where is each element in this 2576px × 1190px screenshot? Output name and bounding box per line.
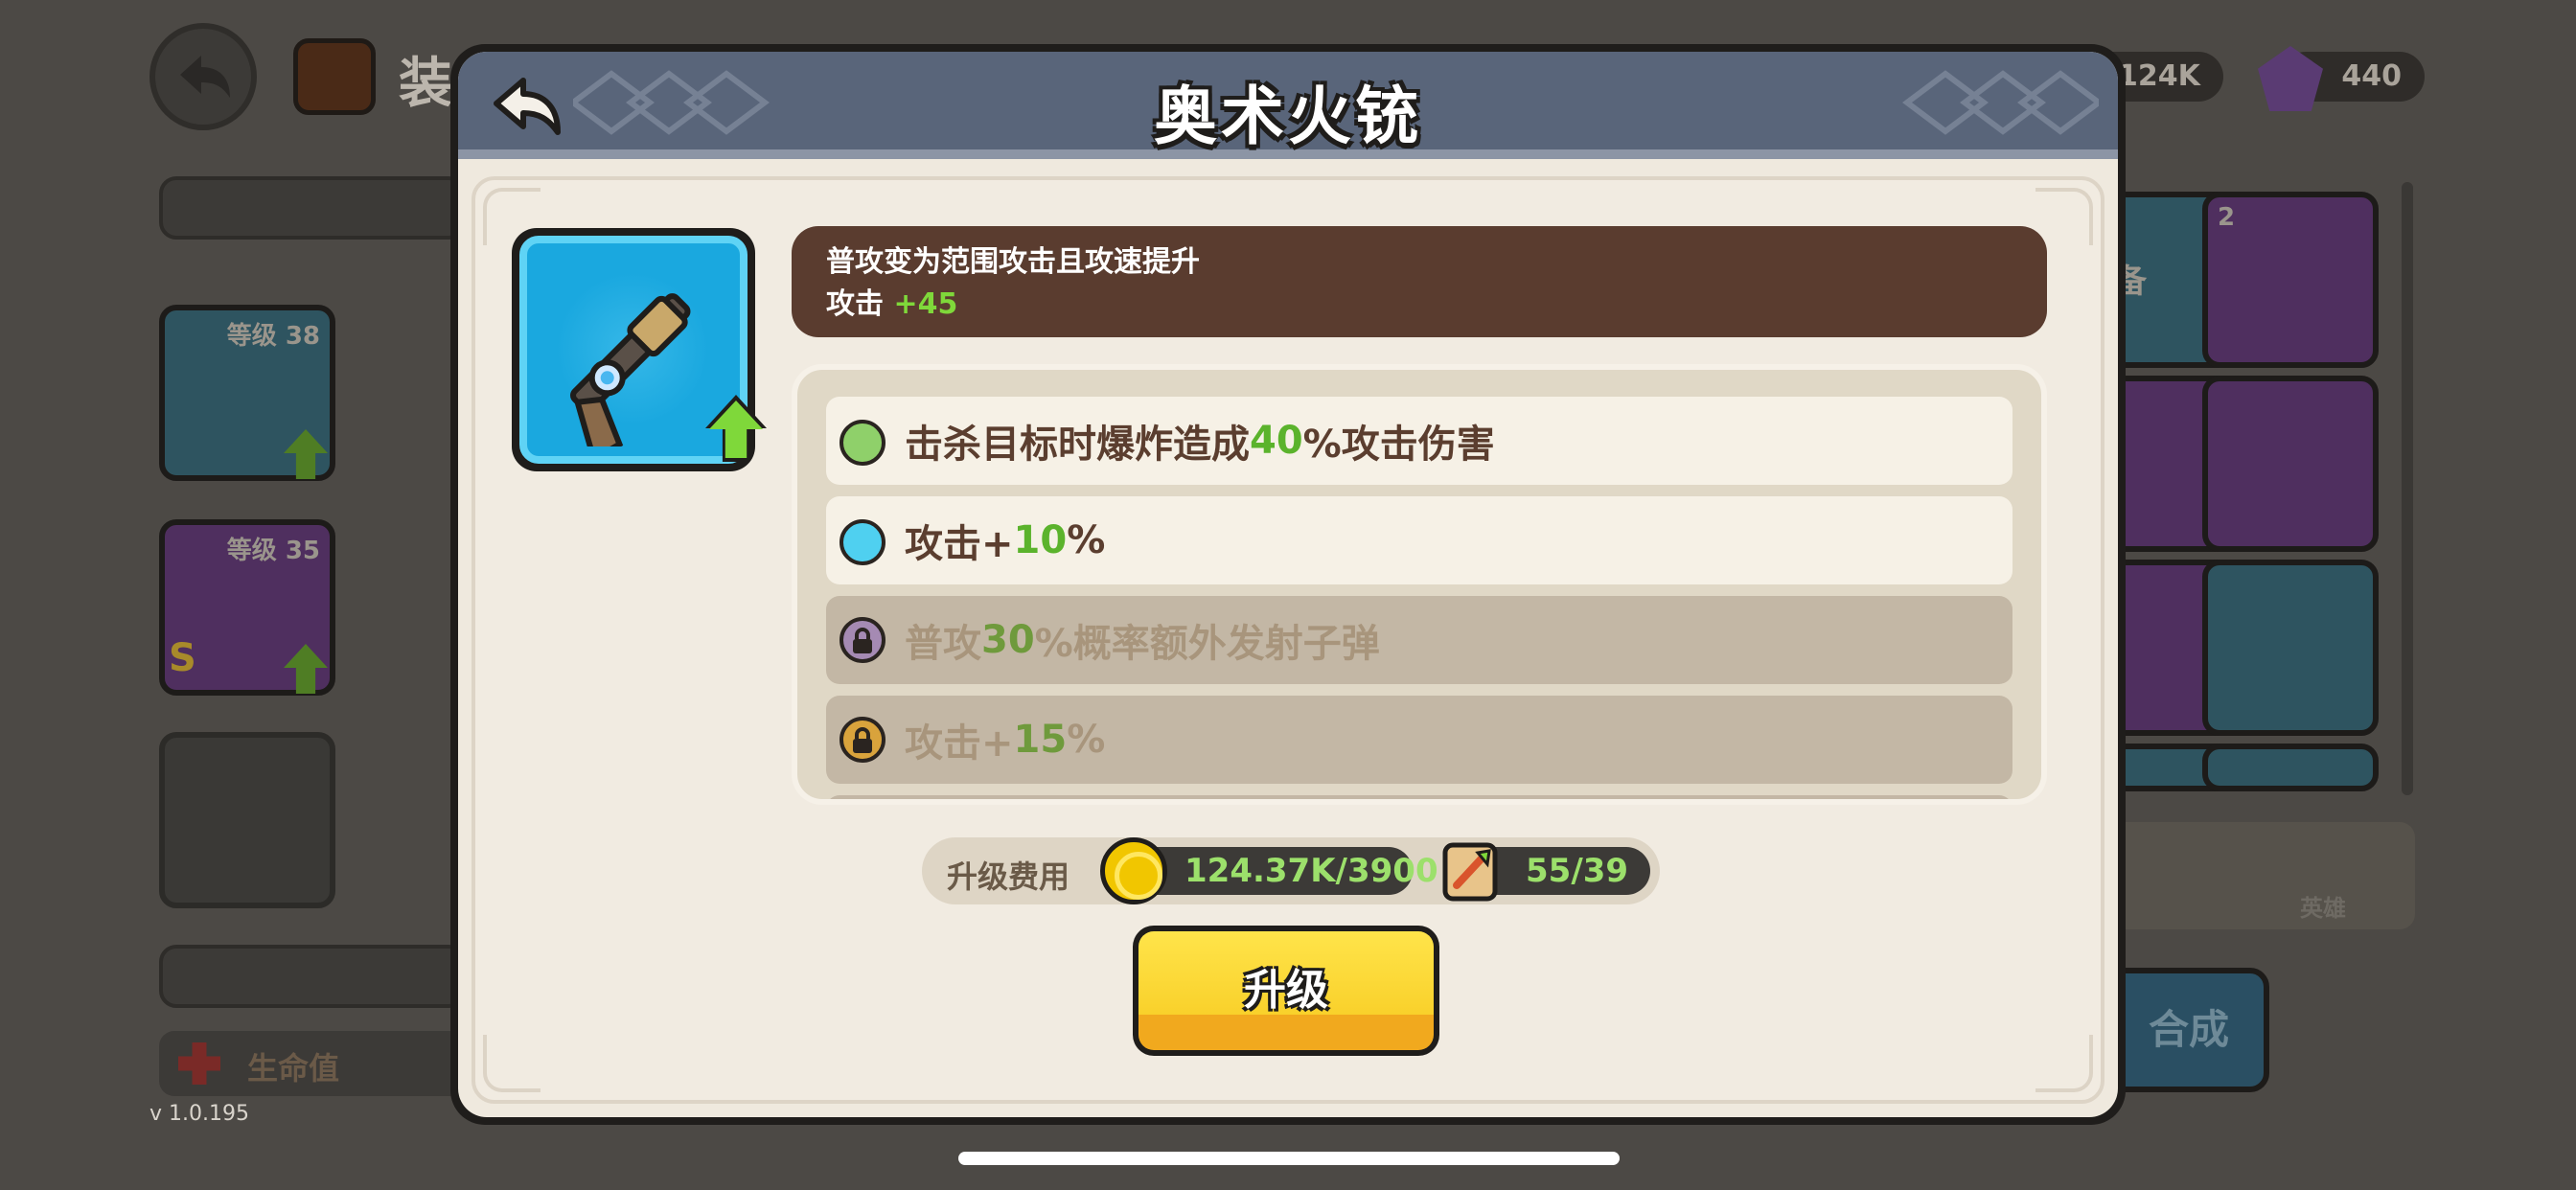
corner-ornament [2036,1035,2093,1092]
bg-hp-row: 生命值 [159,1031,466,1096]
bg-back-button [150,23,257,130]
arcane-musket-icon [570,293,691,446]
upgrade-cost-row: 升级费用 124.37K/3900 55/39 [922,837,1660,904]
upgrade-scroll-icon [1442,842,1498,902]
item-description: 普攻变为范围攻击且攻速提升 攻击 +45 [792,226,2047,337]
padlock-orange-icon [840,717,886,763]
dialog-header: 奥术火铳 [458,52,2118,159]
bg-card-level: 等级 38 [226,322,320,351]
affix-value: 10 [1013,518,1068,562]
affix-prefix: 击杀目标时爆炸造成 [905,423,1250,467]
description-line-2: 攻击 +45 [826,284,2012,326]
affix-prefix: 攻击+ [905,522,1014,566]
bg-scrollbar [2402,182,2413,795]
affix-green-dot-icon [840,420,886,466]
bg-grid-card: 2 [2202,192,2379,368]
bg-tab-hero: 英雄 [2300,895,2346,922]
upgrade-button-label: 升级 [1244,966,1328,1015]
item-detail-dialog: 奥术火铳 普攻变为范围攻击且攻速提升 攻击 +45 击杀目标时爆炸造成 40 %… [450,44,2126,1125]
version-label: v 1.0.195 [150,1102,249,1126]
affix-suffix: %概率额外发射子弹 [1034,622,1380,666]
affix-suffix: %攻击伤害 [1302,423,1495,467]
home-indicator[interactable] [958,1152,1620,1165]
affix-value: 30 [981,618,1035,662]
affix-row-partial [826,795,2012,799]
affix-row-locked: 普攻 30 %概率额外发射子弹 [826,596,2012,684]
bg-screen-title: 装 [399,53,452,115]
affix-row: 攻击+ 10% [826,496,2012,584]
affix-prefix: 攻击+ [905,721,1014,766]
bg-locked-card [159,732,335,908]
bg-card-level: 等级 35 [226,537,320,565]
corner-ornament [2036,188,2093,245]
attack-bonus-value: +45 [893,287,958,321]
bg-health-cross-icon [178,1042,220,1085]
padlock-purple-icon [840,617,886,663]
upgrade-cost-label: 升级费用 [947,858,1070,895]
affix-row: 击杀目标时爆炸造成 40 %攻击伤害 [826,397,2012,485]
attack-label: 攻击 [826,287,884,321]
upgrade-button[interactable]: 升级 [1133,926,1439,1056]
bg-bag-icon [293,38,376,115]
bg-hp-label: 生命值 [247,1050,340,1087]
bg-grid-card [2202,744,2379,791]
bg-grid-count-badge: 2 [2218,203,2236,232]
bg-section-bar [159,945,466,1008]
affix-suffix: % [1067,718,1106,762]
bg-grid-card [2202,376,2379,552]
affix-value: 40 [1250,419,1303,463]
affix-row-locked: 攻击+ 15% [826,696,2012,784]
bg-grid-card [2202,560,2379,736]
affix-prefix: 普攻 [905,622,981,666]
affix-suffix: % [1067,518,1106,562]
gold-coin-icon [1100,837,1167,904]
dialog-title: 奥术火铳 [1154,80,1422,153]
item-icon-frame[interactable] [512,228,755,471]
corner-ornament [483,1035,540,1092]
affix-value: 15 [1013,718,1068,762]
bg-section-bar [159,176,466,240]
affix-blue-dot-icon [840,519,886,565]
description-line-1: 普攻变为范围攻击且攻速提升 [826,245,1200,279]
affix-list[interactable]: 击杀目标时爆炸造成 40 %攻击伤害 攻击+ 10% 普攻 30 %概率额外发射子弹 攻击… [792,364,2047,805]
bg-grade-badge: S [169,636,196,680]
